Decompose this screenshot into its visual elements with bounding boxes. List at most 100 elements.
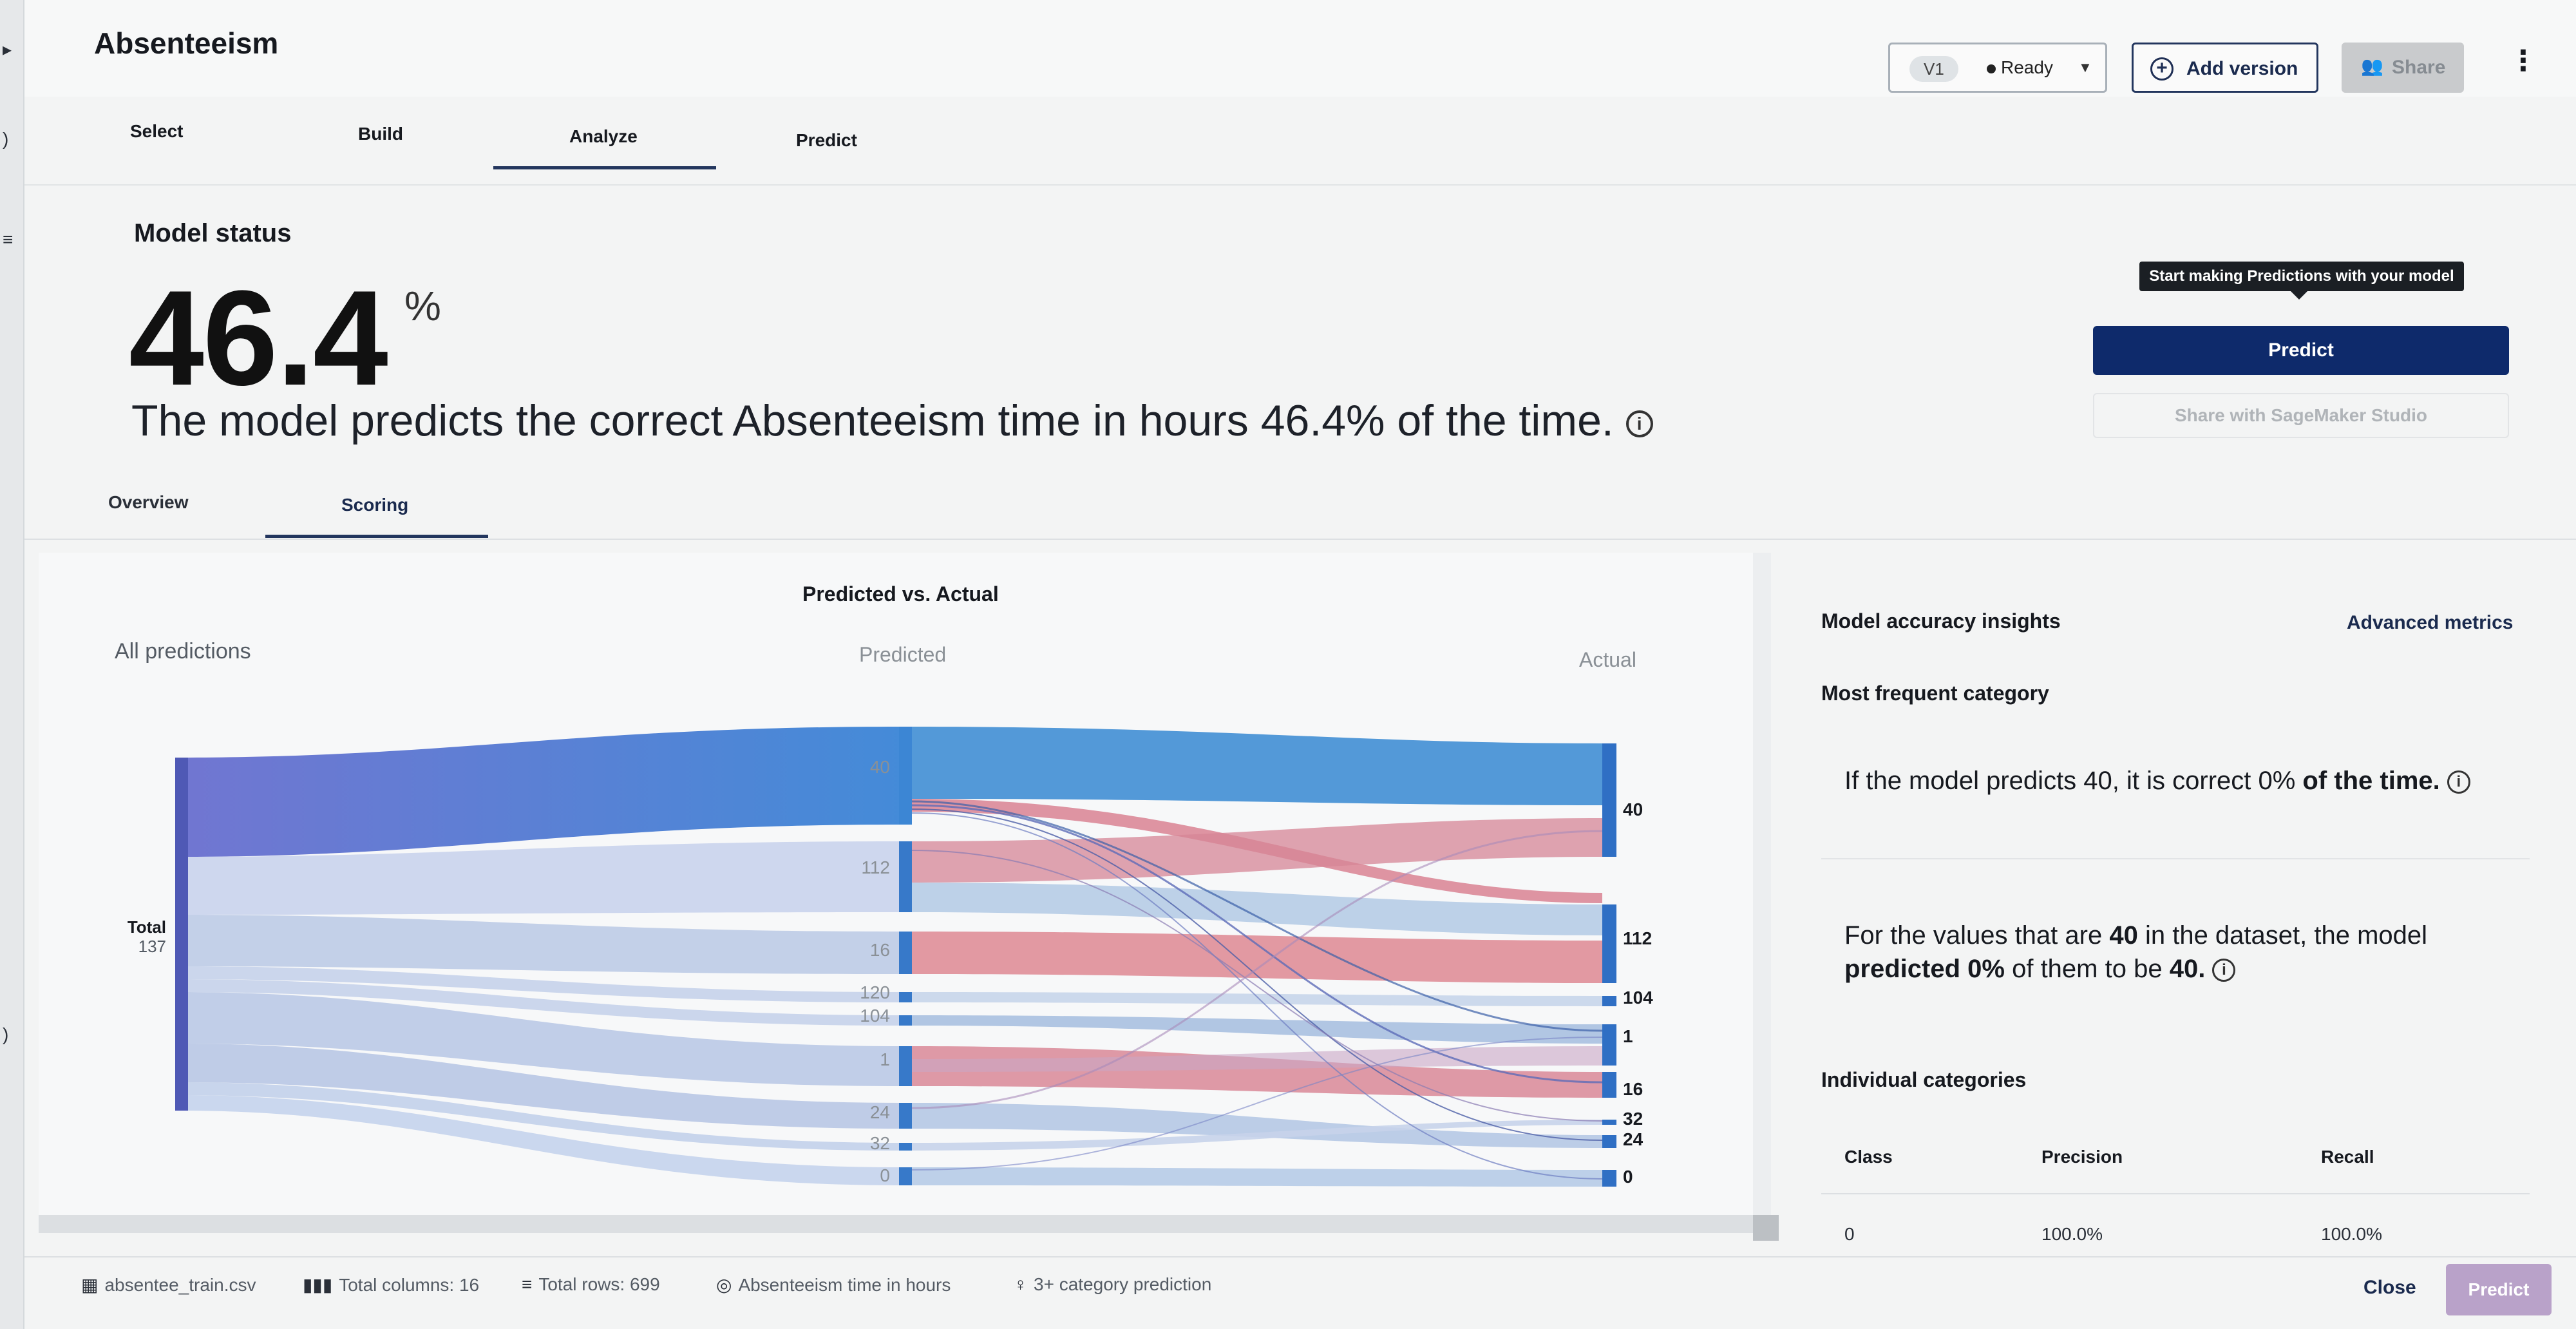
insight-precision: If the model predicts 40, it is correct … bbox=[1844, 767, 2470, 796]
predicted-node-40[interactable] bbox=[899, 727, 912, 825]
predicted-node-120[interactable] bbox=[899, 992, 912, 1002]
actual-label-40: 40 bbox=[1623, 799, 1643, 819]
users-icon: 👥 bbox=[2361, 56, 2383, 76]
predicted-node-104[interactable] bbox=[899, 1015, 912, 1026]
target-icon: ◎ bbox=[716, 1275, 732, 1295]
close-button[interactable]: Close bbox=[2363, 1277, 2416, 1299]
total-label: Total bbox=[128, 917, 166, 937]
lightbulb-icon: ♀ bbox=[1014, 1274, 1027, 1294]
insight-recall-text: For the values that are bbox=[1844, 921, 2103, 950]
actual-label-104: 104 bbox=[1623, 988, 1653, 1008]
sankey-chart: Total 137 40 112 16 120 104 1 24 32 0 40… bbox=[128, 727, 1653, 1187]
cell-recall: 100.0% bbox=[2321, 1224, 2382, 1244]
predicted-label-120: 120 bbox=[860, 982, 890, 1002]
insight-recall-text-2: in the dataset, the model bbox=[2145, 921, 2428, 950]
actual-node-112[interactable] bbox=[1602, 904, 1616, 983]
predicted-node-24[interactable] bbox=[899, 1103, 912, 1129]
add-version-label: Add version bbox=[2186, 58, 2298, 79]
predict-button[interactable]: Predict bbox=[2093, 326, 2509, 375]
insight-precision-text: If the model predicts 40, it is correct … bbox=[1844, 767, 2296, 795]
columns-count: Total columns: 16 bbox=[339, 1275, 480, 1295]
column-header-precision: Precision bbox=[2041, 1147, 2123, 1167]
vertical-scrollbar[interactable] bbox=[1753, 553, 1771, 1227]
flow-0-0 bbox=[912, 1167, 1602, 1187]
rows-count: Total rows: 699 bbox=[538, 1274, 660, 1294]
flow-120-104 bbox=[912, 992, 1602, 1006]
caret-down-icon: ▼ bbox=[2078, 59, 2092, 75]
table-icon: ▦ bbox=[81, 1275, 99, 1295]
predicted-label-0: 0 bbox=[880, 1165, 890, 1185]
predicted-label-40: 40 bbox=[870, 757, 890, 777]
total-node[interactable] bbox=[175, 758, 188, 1111]
actual-node-24[interactable] bbox=[1602, 1135, 1616, 1148]
tooltip-arrow bbox=[2290, 291, 2308, 300]
flow-total-16 bbox=[180, 915, 899, 974]
insight-precision-emphasis: of the time. bbox=[2302, 767, 2440, 795]
insights-title: Model accuracy insights bbox=[1821, 609, 2061, 633]
dataset-info: ▦ absentee_train.csv bbox=[81, 1274, 256, 1296]
actual-label-24: 24 bbox=[1623, 1129, 1643, 1149]
column-header-recall: Recall bbox=[2321, 1147, 2374, 1167]
predicted-node-32[interactable] bbox=[899, 1143, 912, 1151]
predicted-nodes bbox=[899, 727, 912, 1185]
more-options-icon[interactable]: ⋮ bbox=[2509, 47, 2537, 75]
actual-node-104[interactable] bbox=[1602, 996, 1616, 1006]
insight-recall-value: 40 bbox=[2109, 921, 2138, 950]
rows-info: ≡ Total rows: 699 bbox=[522, 1274, 660, 1295]
flow-total-40 bbox=[180, 727, 899, 857]
predicted-node-16[interactable] bbox=[899, 932, 912, 974]
advanced-metrics-link[interactable]: Advanced metrics bbox=[2347, 612, 2513, 634]
columns-icon: ▮▮▮ bbox=[303, 1275, 333, 1295]
predicted-label-104: 104 bbox=[860, 1006, 890, 1026]
actual-label-0: 0 bbox=[1623, 1167, 1633, 1187]
predicted-label-16: 16 bbox=[870, 940, 890, 960]
status-dot-icon bbox=[1987, 64, 1996, 73]
horizontal-scrollbar[interactable] bbox=[39, 1215, 1762, 1233]
individual-categories-heading: Individual categories bbox=[1821, 1068, 2027, 1091]
predicted-label-112: 112 bbox=[861, 857, 890, 877]
actual-node-0[interactable] bbox=[1602, 1170, 1616, 1187]
model-type: 3+ category prediction bbox=[1034, 1274, 1212, 1294]
insight-recall-value-2: 40. bbox=[2169, 955, 2206, 983]
actual-label-1: 1 bbox=[1623, 1026, 1633, 1046]
predicted-label-24: 24 bbox=[870, 1102, 890, 1122]
actual-node-16[interactable] bbox=[1602, 1072, 1616, 1098]
model-type-info: ♀ 3+ category prediction bbox=[1014, 1274, 1211, 1295]
info-icon[interactable]: i bbox=[2212, 959, 2236, 982]
actual-node-32[interactable] bbox=[1602, 1120, 1616, 1125]
scroll-corner bbox=[1753, 1215, 1779, 1241]
version-status: Ready bbox=[2001, 57, 2053, 77]
info-icon[interactable]: i bbox=[2447, 770, 2470, 794]
share-with-studio-button[interactable]: Share with SageMaker Studio bbox=[2093, 393, 2509, 438]
actual-label-32: 32 bbox=[1623, 1109, 1643, 1129]
version-tag: V1 bbox=[1909, 56, 1958, 82]
plus-circle-icon: + bbox=[2150, 57, 2174, 81]
total-value: 137 bbox=[138, 937, 166, 956]
predicted-actual-flows bbox=[911, 727, 1603, 1187]
rows-icon: ≡ bbox=[522, 1274, 533, 1294]
cell-precision: 100.0% bbox=[2041, 1224, 2103, 1244]
actual-node-1[interactable] bbox=[1602, 1024, 1616, 1066]
actual-nodes bbox=[1602, 743, 1616, 1187]
insight-recall-text-3: of them to be bbox=[2012, 955, 2163, 983]
target-info: ◎ Absenteeism time in hours bbox=[716, 1274, 951, 1296]
most-frequent-heading: Most frequent category bbox=[1821, 682, 2049, 705]
version-selector[interactable]: V1 Ready ▼ bbox=[1888, 43, 2107, 93]
actual-node-40[interactable] bbox=[1602, 743, 1616, 857]
actual-labels: 40 112 104 1 16 32 24 0 bbox=[1623, 799, 1653, 1187]
add-version-button[interactable]: + Add version bbox=[2132, 43, 2318, 93]
column-header-class: Class bbox=[1844, 1147, 1893, 1167]
target-column: Absenteeism time in hours bbox=[738, 1275, 951, 1295]
predicted-node-0[interactable] bbox=[899, 1167, 912, 1185]
predict-tooltip: Start making Predictions with your model bbox=[2139, 262, 2464, 291]
columns-info: ▮▮▮ Total columns: 16 bbox=[303, 1274, 479, 1296]
share-button[interactable]: 👥 Share bbox=[2342, 43, 2464, 93]
actual-label-112: 112 bbox=[1623, 928, 1652, 948]
actual-label-16: 16 bbox=[1623, 1079, 1643, 1099]
predicted-label-32: 32 bbox=[870, 1133, 890, 1153]
predicted-node-112[interactable] bbox=[899, 841, 912, 912]
footer-predict-button[interactable]: Predict bbox=[2446, 1264, 2552, 1315]
predicted-node-1[interactable] bbox=[899, 1046, 912, 1086]
share-label: Share bbox=[2392, 57, 2446, 78]
flow-40-40 bbox=[912, 727, 1602, 805]
